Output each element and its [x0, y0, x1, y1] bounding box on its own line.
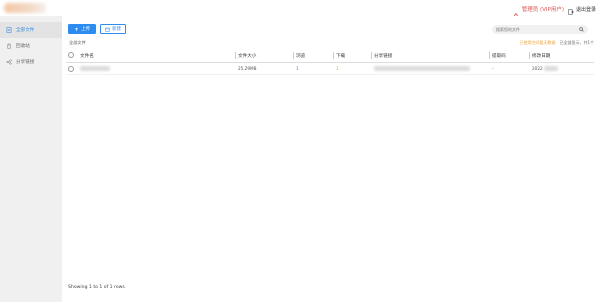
row-checkbox[interactable] [68, 65, 74, 72]
sidebar-item-label: 回收站 [16, 44, 30, 49]
top-bar: 管理员 (VIP用户) 退出登录 [0, 0, 600, 20]
code-cell: - [490, 62, 530, 75]
storage-info: 已使用空间暂无数据 已全部显示，共1个 [519, 40, 594, 46]
file-name-cell[interactable] [78, 62, 236, 75]
column-header[interactable]: 浏览 [294, 49, 334, 63]
logout-label: 退出登录 [575, 6, 596, 13]
logout-button[interactable]: 退出登录 [568, 4, 596, 15]
storage-used: 已全部显示，共1个 [559, 40, 594, 45]
file-table: 文件名 文件大小 浏览 下载 分享链接 提取码 修改日期 25.29MB 1 1… [66, 49, 594, 75]
storage-warning: 已使用空间暂无数据 [519, 40, 556, 45]
user-icon [511, 5, 519, 20]
sidebar-item-label: 全部文件 [16, 28, 35, 33]
breadcrumb[interactable]: 全部文件 [69, 40, 86, 46]
file-icon [6, 27, 12, 33]
search-input[interactable] [496, 27, 576, 32]
file-name-redacted [80, 66, 110, 72]
search-icon[interactable] [579, 27, 584, 32]
sidebar: 全部文件 回收站 分享链接 [0, 16, 62, 302]
search-box[interactable] [492, 25, 588, 34]
share-link-cell[interactable] [372, 62, 490, 75]
sidebar-item-all-files[interactable]: 全部文件 [0, 22, 62, 38]
views-cell: 1 [294, 62, 334, 75]
new-folder-label: 新建 [112, 27, 121, 32]
column-header[interactable]: 文件名 [78, 49, 236, 63]
new-folder-button[interactable]: 新建 [100, 24, 126, 34]
logo [4, 3, 46, 13]
sidebar-item-share-links[interactable]: 分享链接 [0, 54, 62, 70]
share-icon [6, 59, 12, 65]
row-select-cell[interactable] [66, 62, 78, 75]
column-header[interactable]: 下载 [334, 49, 372, 63]
sidebar-item-label: 分享链接 [16, 60, 35, 65]
select-all-checkbox[interactable] [68, 52, 74, 59]
table-header-row: 文件名 文件大小 浏览 下载 分享链接 提取码 修改日期 [66, 49, 594, 63]
user-name: 管理员 (VIP用户) [521, 7, 564, 13]
upload-button[interactable]: 上传 [68, 24, 96, 34]
folder-icon [105, 27, 110, 31]
sidebar-item-recycle-bin[interactable]: 回收站 [0, 38, 62, 54]
upload-icon [75, 27, 79, 31]
user-menu[interactable]: 管理员 (VIP用户) [511, 4, 564, 20]
main-content: 上传 新建 全部文件 已使用空间暂无数据 已全部显示，共1个 文件名 文件大小 … [62, 16, 600, 302]
date-redacted [544, 66, 559, 72]
downloads-cell: 1 [334, 62, 372, 75]
table-row[interactable]: 25.29MB 1 1 - 2022 [66, 62, 594, 75]
date-cell: 2022 [530, 62, 594, 75]
trash-icon [7, 43, 11, 49]
pagination-info: Showing 1 to 1 of 1 rows [68, 285, 125, 290]
column-header[interactable]: 文件大小 [236, 49, 294, 63]
column-header[interactable]: 分享链接 [372, 49, 490, 63]
upload-label: 上传 [81, 27, 90, 32]
file-size-cell: 25.29MB [236, 62, 294, 75]
select-all-cell[interactable] [66, 49, 78, 63]
share-link-redacted [374, 66, 470, 72]
column-header[interactable]: 提取码 [490, 49, 530, 63]
column-header[interactable]: 修改日期 [530, 49, 594, 63]
